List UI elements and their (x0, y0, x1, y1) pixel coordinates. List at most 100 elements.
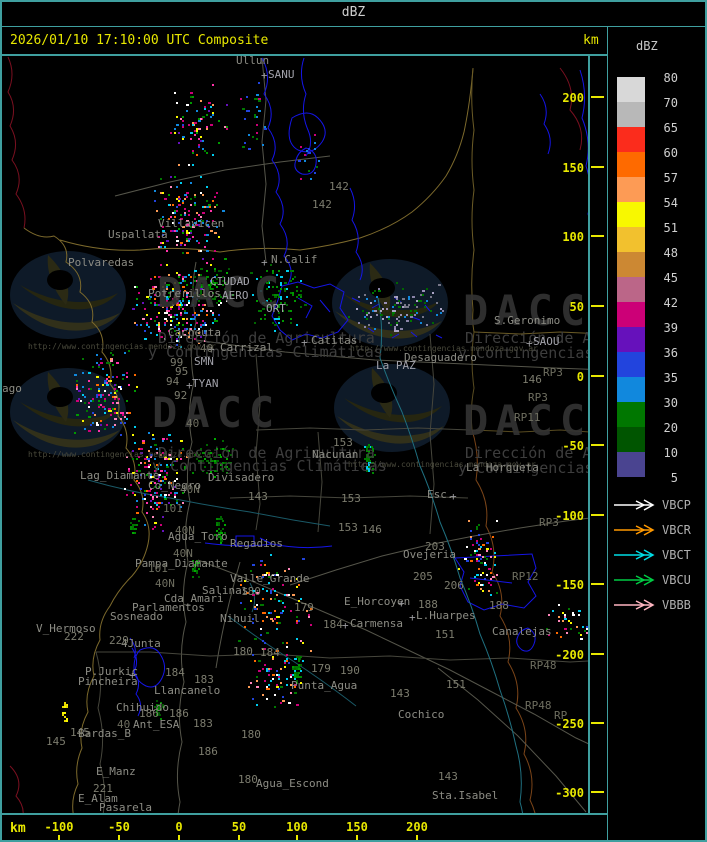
radar-echo-pixel (116, 362, 119, 364)
radar-echo-pixel (100, 362, 103, 364)
radar-echo-pixel (116, 412, 118, 414)
radar-echo-pixel (174, 210, 176, 212)
radar-echo-pixel (190, 230, 192, 232)
radar-map-viewport[interactable]: DACC DACC DACC DACC Dirección de Agricultura… (3, 56, 588, 813)
radar-echo-pixel (390, 334, 392, 336)
radar-echo-pixel (142, 442, 145, 444)
radar-echo-pixel (282, 696, 284, 698)
map-label: 101 (148, 562, 168, 575)
radar-echo-pixel (134, 442, 136, 444)
radar-echo-pixel (310, 178, 312, 180)
radar-echo-pixel (254, 660, 256, 662)
radar-echo-pixel (296, 290, 298, 292)
radar-echo-pixel (256, 686, 259, 688)
colorbar-swatch (617, 302, 645, 327)
radar-echo-pixel (110, 360, 113, 362)
radar-echo-pixel (268, 668, 270, 670)
y-axis-tick (591, 722, 604, 724)
radar-echo-pixel (276, 684, 278, 686)
radar-echo-pixel (162, 476, 164, 478)
radar-echo-pixel (424, 302, 426, 304)
radar-echo-pixel (276, 686, 279, 688)
radar-echo-pixel (154, 444, 157, 446)
radar-echo-pixel (276, 670, 278, 672)
radar-echo-pixel (64, 702, 66, 704)
map-label: 101 (163, 502, 183, 515)
radar-echo-pixel (486, 550, 488, 552)
radar-echo-pixel (308, 616, 310, 618)
radar-echo-pixel (136, 506, 138, 508)
radar-echo-pixel (84, 396, 86, 398)
radar-echo-pixel (290, 610, 292, 612)
radar-echo-pixel (426, 324, 428, 326)
radar-echo-pixel (172, 204, 174, 206)
radar-echo-pixel (292, 270, 294, 272)
map-label: Canalejas (492, 625, 552, 638)
y-axis-tick (591, 305, 604, 307)
radar-echo-pixel (262, 604, 264, 606)
radar-echo-pixel (386, 308, 388, 310)
radar-echo-pixel (180, 182, 182, 184)
radar-echo-pixel (152, 516, 154, 518)
map-label: SAOU (533, 335, 560, 348)
y-axis-tick-label: -150 (555, 578, 584, 592)
radar-echo-pixel (160, 524, 162, 526)
radar-echo-pixel (476, 584, 479, 586)
radar-echo-pixel (156, 504, 158, 506)
timestamp-bar: 2026/01/10 17:10:00 UTC Composite km (0, 27, 606, 54)
radar-echo-pixel (256, 132, 258, 134)
y-axis-tick-label: 200 (562, 91, 584, 105)
radar-echo-pixel (254, 608, 257, 610)
radar-echo-pixel (190, 182, 192, 184)
map-label: 180 (241, 585, 261, 598)
radar-echo-pixel (374, 300, 376, 302)
radar-echo-pixel (278, 678, 280, 680)
radar-echo-pixel (270, 598, 272, 600)
radar-echo-pixel (564, 628, 567, 630)
radar-echo-pixel (178, 142, 180, 144)
radar-echo-pixel (248, 134, 250, 136)
radar-echo-pixel (130, 484, 132, 486)
radar-echo-pixel (292, 594, 295, 596)
radar-echo-pixel (186, 238, 188, 240)
radar-echo-pixel (286, 594, 288, 596)
radar-echo-pixel (180, 118, 182, 120)
radar-echo-pixel (396, 298, 398, 300)
radar-echo-pixel (124, 488, 126, 490)
radar-echo-pixel (164, 318, 167, 320)
radar-echo-pixel (256, 116, 258, 118)
radar-echo-pixel (96, 384, 99, 386)
radar-echo-pixel (84, 402, 86, 404)
radar-echo-pixel (184, 208, 186, 210)
radar-echo-pixel (196, 212, 198, 214)
radar-echo-pixel (260, 604, 262, 606)
radar-echo-pixel (270, 618, 273, 620)
radar-echo-pixel (278, 676, 280, 678)
radar-echo-pixel (158, 326, 160, 328)
map-label: Ant_ESA (133, 718, 180, 731)
radar-echo-pixel (282, 610, 284, 612)
radar-echo-pixel (218, 236, 220, 238)
radar-echo-pixel (266, 668, 268, 670)
map-label: 180 (233, 645, 253, 658)
radar-echo-pixel (294, 676, 296, 678)
radar-echo-pixel (270, 592, 272, 594)
radar-echo-pixel (176, 186, 178, 188)
radar-echo-pixel (88, 372, 91, 374)
radar-echo-pixel (396, 330, 399, 332)
radar-echo-pixel (266, 632, 269, 634)
radar-echo-pixel (92, 398, 94, 400)
radar-echo-pixel (268, 612, 270, 614)
radar-echo-pixel (186, 232, 189, 234)
radar-echo-pixel (308, 152, 311, 154)
radar-echo-pixel (296, 674, 299, 676)
radar-echo-pixel (164, 324, 166, 326)
radar-echo-pixel (370, 302, 372, 304)
radar-echo-pixel (414, 314, 416, 316)
radar-echo-pixel (162, 438, 165, 440)
km-unit-top: km (583, 33, 599, 48)
radar-echo-pixel (128, 384, 130, 386)
radar-echo-pixel (88, 406, 90, 408)
radar-echo-pixel (290, 676, 292, 678)
radar-echo-pixel (142, 498, 144, 500)
